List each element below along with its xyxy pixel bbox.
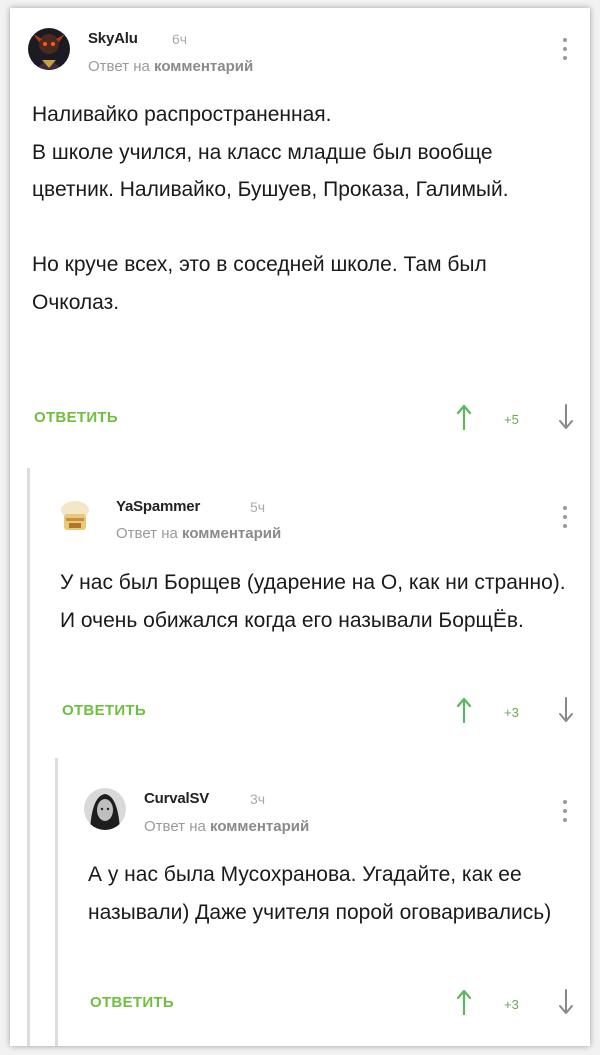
reply-to-line: Ответ на комментарий <box>144 818 309 835</box>
reply-target-link[interactable]: комментарий <box>210 818 309 835</box>
timestamp: 6ч <box>172 31 188 47</box>
avatar[interactable] <box>28 28 70 70</box>
upvote-icon[interactable] <box>456 697 472 724</box>
rating-score: +5 <box>504 412 519 427</box>
avatar[interactable] <box>84 788 126 830</box>
reply-prefix: Ответ на <box>116 525 178 542</box>
reply-target-link[interactable]: комментарий <box>154 58 253 75</box>
avatar[interactable] <box>54 494 96 536</box>
comment-thread-card: SkyAlu 6ч Ответ на комментарий Наливайко… <box>10 8 590 1046</box>
comment-3: CurvalSV 3ч Ответ на комментарий А у нас… <box>10 758 590 1046</box>
comment-text: А у нас была Мусохранова. Угадайте, как … <box>88 863 552 924</box>
username[interactable]: YaSpammer <box>116 498 200 515</box>
reply-button[interactable]: ОТВЕТИТЬ <box>62 702 146 719</box>
username[interactable]: SkyAlu <box>88 30 138 47</box>
username[interactable]: CurvalSV <box>144 790 209 807</box>
reply-button[interactable]: ОТВЕТИТЬ <box>90 994 174 1011</box>
reply-button[interactable]: ОТВЕТИТЬ <box>34 409 118 426</box>
timestamp: 5ч <box>250 499 266 515</box>
more-menu-icon[interactable] <box>562 38 568 64</box>
comment-1: SkyAlu 6ч Ответ на комментарий Наливайко… <box>10 8 590 448</box>
reply-to-line: Ответ на комментарий <box>88 58 253 75</box>
rating-score: +3 <box>504 997 519 1012</box>
comment-text: Наливайко распространенная. В школе учил… <box>32 103 509 314</box>
more-menu-icon[interactable] <box>562 506 568 532</box>
reply-prefix: Ответ на <box>88 58 150 75</box>
timestamp: 3ч <box>250 791 266 807</box>
downvote-icon[interactable] <box>558 989 574 1015</box>
reply-target-link[interactable]: комментарий <box>182 525 281 542</box>
upvote-icon[interactable] <box>456 404 472 431</box>
comment-text: У нас был Борщев (ударение на О, как ни … <box>60 571 566 632</box>
reply-to-line: Ответ на комментарий <box>116 525 281 542</box>
downvote-icon[interactable] <box>558 404 574 430</box>
comment-2: YaSpammer 5ч Ответ на комментарий У нас … <box>10 468 590 758</box>
more-menu-icon[interactable] <box>562 800 568 826</box>
upvote-icon[interactable] <box>456 989 472 1016</box>
rating-score: +3 <box>504 705 519 720</box>
downvote-icon[interactable] <box>558 697 574 723</box>
reply-prefix: Ответ на <box>144 818 206 835</box>
